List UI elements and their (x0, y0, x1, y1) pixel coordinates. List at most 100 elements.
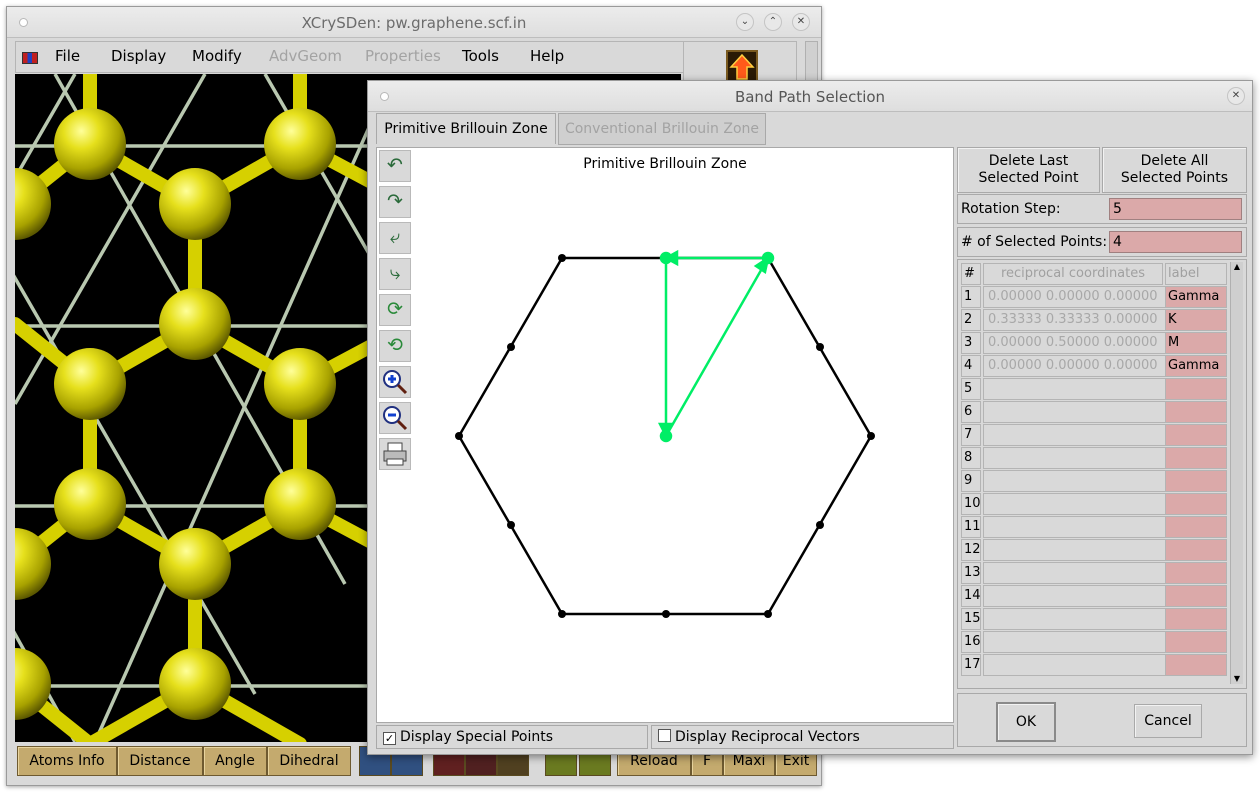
table-row[interactable]: 7 (958, 423, 1228, 446)
display-special-points-checkbox[interactable]: ✓ Display Special Points (376, 725, 648, 749)
table-row[interactable]: 8 (958, 446, 1228, 469)
close-icon[interactable]: ✕ (1227, 87, 1245, 105)
zoom-out-button[interactable] (379, 402, 411, 434)
row-label-input[interactable]: Gamma (1165, 286, 1227, 308)
delete-last-point-button[interactable]: Delete Last Selected Point (957, 147, 1100, 193)
table-row[interactable]: 12 (958, 538, 1228, 561)
row-label-input[interactable] (1165, 631, 1227, 653)
row-label-input[interactable] (1165, 608, 1227, 630)
menu-display[interactable]: Display (111, 47, 166, 65)
rotate-right-button[interactable]: ⤷ (379, 258, 411, 290)
rotate-down-button[interactable]: ↷ (379, 186, 411, 218)
row-label-input[interactable]: K (1165, 309, 1227, 331)
special-point[interactable] (816, 343, 824, 351)
row-label-input[interactable]: Gamma (1165, 355, 1227, 377)
special-point[interactable] (764, 610, 772, 618)
table-scrollbar[interactable]: ▲ ▼ (1230, 262, 1243, 684)
row-coordinates: 0.00000 0.00000 0.00000 (983, 286, 1167, 308)
row-coordinates (983, 424, 1167, 446)
print-button[interactable] (379, 438, 411, 470)
table-row[interactable]: 3 0.00000 0.50000 0.00000 M (958, 331, 1228, 354)
table-row[interactable]: 14 (958, 584, 1228, 607)
menu-properties[interactable]: Properties (365, 47, 441, 65)
canvas-title: Primitive Brillouin Zone (583, 156, 747, 172)
menu-file[interactable]: File (55, 47, 80, 65)
special-point[interactable] (455, 432, 463, 440)
maximize-icon[interactable]: ⌃ (764, 13, 782, 31)
table-row[interactable]: 10 (958, 492, 1228, 515)
table-row[interactable]: 1 0.00000 0.00000 0.00000 Gamma (958, 285, 1228, 308)
rotate-left-button[interactable]: ⤶ (379, 222, 411, 254)
table-row[interactable]: 13 (958, 561, 1228, 584)
menu-tools[interactable]: Tools (462, 47, 499, 65)
scroll-up-icon[interactable]: ▲ (1232, 262, 1242, 272)
row-label-input[interactable] (1165, 562, 1227, 584)
table-row[interactable]: 2 0.33333 0.33333 0.00000 K (958, 308, 1228, 331)
zoom-in-button[interactable] (379, 366, 411, 398)
rotate-cw-button[interactable]: ⟳ (379, 294, 411, 326)
menu-help[interactable]: Help (530, 47, 564, 65)
row-coordinates (983, 585, 1167, 607)
row-label-input[interactable] (1165, 585, 1227, 607)
view-toolbar: ↶ ↷ ⤶ ⤷ ⟳ ⟲ (379, 150, 413, 474)
special-point[interactable] (558, 254, 566, 262)
tab-conventional-bz[interactable]: Conventional Brillouin Zone (558, 113, 766, 145)
dialog-titlebar[interactable]: Band Path Selection ✕ (368, 81, 1252, 112)
display-reciprocal-vectors-checkbox[interactable]: Display Reciprocal Vectors (651, 725, 954, 749)
special-point[interactable] (816, 521, 824, 529)
dialog-button-row: OK Cancel (957, 693, 1247, 747)
special-point[interactable] (662, 610, 670, 618)
table-row[interactable]: 11 (958, 515, 1228, 538)
table-row[interactable]: 9 (958, 469, 1228, 492)
scroll-down-icon[interactable]: ▼ (1232, 674, 1242, 684)
row-label-input[interactable] (1165, 654, 1227, 676)
row-label-input[interactable] (1165, 424, 1227, 446)
minimize-icon[interactable]: ⌄ (736, 13, 754, 31)
distance-button[interactable]: Distance (117, 746, 203, 776)
cancel-button[interactable]: Cancel (1134, 704, 1202, 738)
row-label-input[interactable] (1165, 493, 1227, 515)
special-point[interactable] (558, 610, 566, 618)
row-label-input[interactable] (1165, 401, 1227, 423)
table-row[interactable]: 15 (958, 607, 1228, 630)
brillouin-zone-plot[interactable] (377, 148, 953, 722)
row-label-input[interactable] (1165, 539, 1227, 561)
row-number: 15 (961, 608, 981, 630)
main-titlebar[interactable]: XCrySDen: pw.graphene.scf.in ⌄ ⌃ ✕ (7, 7, 821, 38)
row-number: 14 (961, 585, 981, 607)
print-icon (383, 442, 407, 466)
rotate-up-button[interactable]: ↶ (379, 150, 411, 182)
rotate-ccw-button[interactable]: ⟲ (379, 330, 411, 362)
table-row[interactable]: 5 (958, 377, 1228, 400)
row-label-input[interactable] (1165, 447, 1227, 469)
table-row[interactable]: 4 0.00000 0.00000 0.00000 Gamma (958, 354, 1228, 377)
display-reciprocal-vectors-label: Display Reciprocal Vectors (675, 729, 860, 745)
row-label-input[interactable]: M (1165, 332, 1227, 354)
close-icon[interactable]: ✕ (792, 13, 810, 31)
special-point[interactable] (867, 432, 875, 440)
table-row[interactable]: 16 (958, 630, 1228, 653)
menu-modify[interactable]: Modify (192, 47, 242, 65)
rotate-right-icon: ⤷ (389, 262, 401, 284)
row-label-input[interactable] (1165, 378, 1227, 400)
delete-all-points-button[interactable]: Delete All Selected Points (1102, 147, 1247, 193)
tab-primitive-bz[interactable]: Primitive Brillouin Zone (376, 113, 556, 144)
dihedral-button[interactable]: Dihedral (267, 746, 351, 776)
special-point[interactable] (507, 343, 515, 351)
ok-button[interactable]: OK (996, 702, 1056, 742)
rotation-step-input[interactable]: 5 (1109, 198, 1242, 220)
angle-button[interactable]: Angle (203, 746, 267, 776)
special-point[interactable] (507, 521, 515, 529)
row-label-input[interactable] (1165, 516, 1227, 538)
table-row[interactable]: 17 (958, 653, 1228, 676)
band-path (657, 249, 775, 443)
table-row[interactable]: 6 (958, 400, 1228, 423)
menu-advgeom[interactable]: AdvGeom (269, 47, 342, 65)
row-label-input[interactable] (1165, 470, 1227, 492)
m-point (659, 251, 673, 265)
selected-points-label: # of Selected Points: (961, 234, 1108, 250)
checkbox-unchecked-icon (658, 729, 671, 742)
atoms-info-button[interactable]: Atoms Info (17, 746, 117, 776)
delete-last-label: Delete Last Selected Point (978, 153, 1079, 186)
bz-canvas[interactable]: Primitive Brillouin Zone ↶ ↷ ⤶ ⤷ ⟳ ⟲ (376, 147, 954, 723)
